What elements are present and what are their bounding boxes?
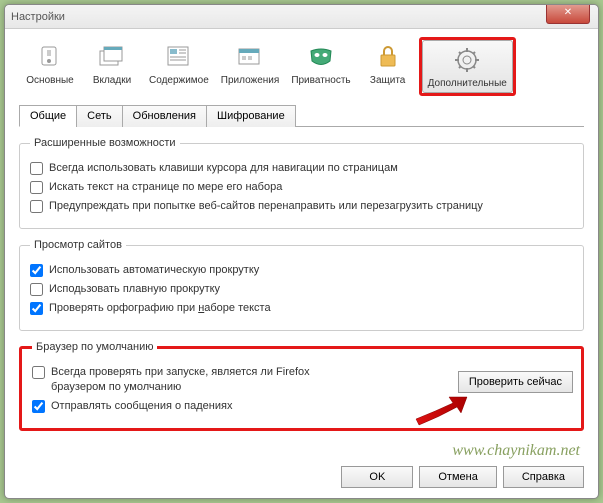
toolbar-item-general[interactable]: Основные: [19, 37, 81, 96]
close-button[interactable]: ✕: [546, 5, 590, 24]
checkbox-check-default[interactable]: [32, 366, 45, 379]
gear-icon: [451, 44, 483, 76]
legend-browsing: Просмотр сайтов: [30, 239, 126, 251]
tabs-icon: [96, 41, 128, 73]
category-toolbar: Основные Вкладки Содержимое Приложения П…: [19, 37, 584, 96]
lock-icon: [372, 41, 404, 73]
cancel-button[interactable]: Отмена: [419, 466, 496, 488]
label-smooth-scroll: Исподьзовать плавную прокрутку: [49, 282, 220, 297]
label-cursor-nav: Всегда использовать клавиши курсора для …: [49, 161, 398, 176]
content-area: Основные Вкладки Содержимое Приложения П…: [5, 29, 598, 449]
toolbar-item-tabs[interactable]: Вкладки: [81, 37, 143, 96]
subtabs: Общие Сеть Обновления Шифрование: [19, 104, 584, 127]
group-advanced: Расширенные возможности Всегда использов…: [19, 137, 584, 229]
label-search-type: Искать текст на странице по мере его наб…: [49, 180, 282, 195]
titlebar: Настройки ✕: [5, 5, 598, 29]
window-title: Настройки: [11, 11, 65, 23]
toolbar-item-content[interactable]: Содержимое: [143, 37, 215, 96]
check-now-button[interactable]: Проверить сейчас: [458, 371, 573, 393]
toolbar-item-apps[interactable]: Приложения: [215, 37, 286, 96]
settings-window: Настройки ✕ Основные Вкладки Содержимое …: [4, 4, 599, 499]
label-crash-reports: Отправлять сообщения о падениях: [51, 399, 232, 414]
ok-button[interactable]: OK: [341, 466, 413, 488]
toolbar-item-privacy[interactable]: Приватность: [285, 37, 356, 96]
group-browsing: Просмотр сайтов Использовать автоматичес…: [19, 239, 584, 331]
mask-icon: [305, 41, 337, 73]
label-autoscroll: Использовать автоматическую прокрутку: [49, 263, 259, 278]
group-default-browser: Браузер по умолчанию Всегда проверять пр…: [19, 341, 584, 431]
subtab-general[interactable]: Общие: [19, 105, 77, 127]
label-check-default: Всегда проверять при запуске, является л…: [51, 365, 352, 395]
highlight-advanced: Дополнительные: [419, 37, 516, 96]
subtab-updates[interactable]: Обновления: [122, 105, 207, 127]
toolbar-item-security[interactable]: Защита: [357, 37, 419, 96]
checkbox-spellcheck[interactable]: [30, 302, 43, 315]
checkbox-smooth-scroll[interactable]: [30, 283, 43, 296]
legend-default: Браузер по умолчанию: [32, 341, 157, 353]
checkbox-autoscroll[interactable]: [30, 264, 43, 277]
checkbox-cursor-nav[interactable]: [30, 162, 43, 175]
dialog-buttons: OK Отмена Справка: [341, 466, 584, 488]
toolbar-item-advanced[interactable]: Дополнительные: [422, 40, 513, 93]
content-icon: [163, 41, 195, 73]
switch-icon: [34, 41, 66, 73]
label-warn-redirect: Предупреждать при попытке веб-сайтов пер…: [49, 199, 483, 214]
apps-icon: [234, 41, 266, 73]
checkbox-crash-reports[interactable]: [32, 400, 45, 413]
checkbox-search-type[interactable]: [30, 181, 43, 194]
help-button[interactable]: Справка: [503, 466, 584, 488]
legend-advanced: Расширенные возможности: [30, 137, 180, 149]
subtab-network[interactable]: Сеть: [76, 105, 122, 127]
subtab-encryption[interactable]: Шифрование: [206, 105, 296, 127]
label-spellcheck: Проверять орфографию при наборе текста: [49, 301, 271, 316]
checkbox-warn-redirect[interactable]: [30, 200, 43, 213]
